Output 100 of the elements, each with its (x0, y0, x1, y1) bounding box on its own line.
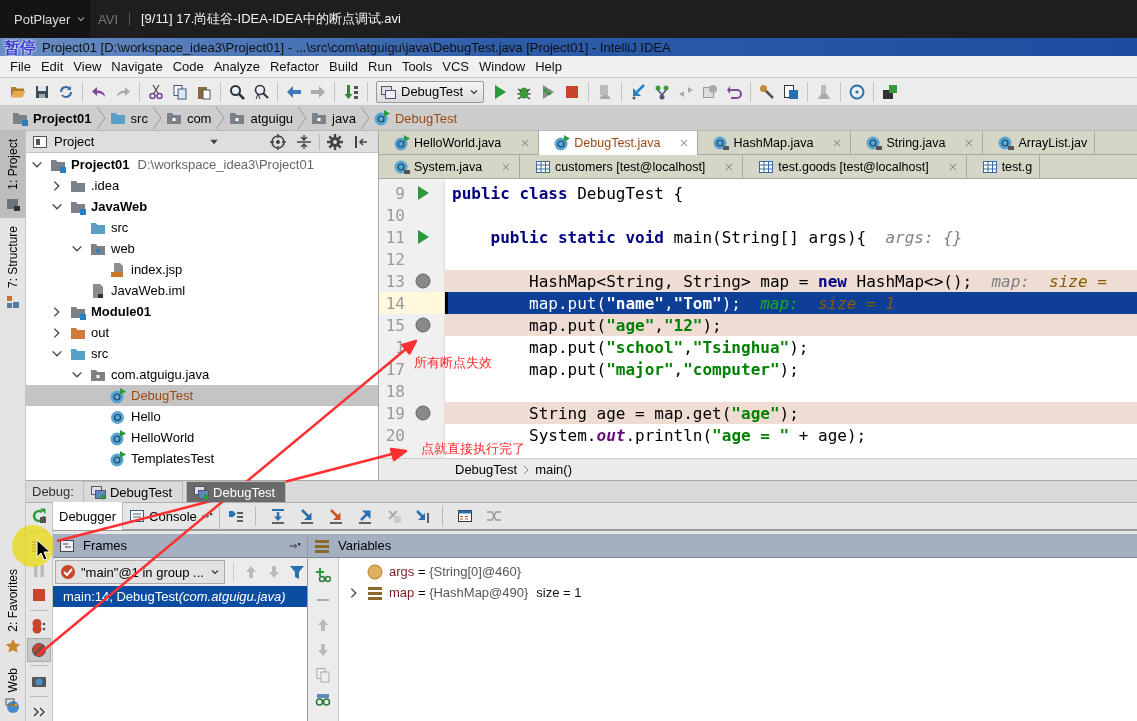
save-icon (34, 83, 50, 100)
module-folder-icon (12, 110, 28, 126)
tree-item[interactable]: web (111, 241, 135, 256)
arrow-down-icon (315, 641, 331, 658)
menu-item[interactable]: Tools (396, 56, 438, 77)
copy-icon (315, 666, 331, 683)
web-icon (4, 698, 21, 714)
path-label: D:\workspace_idea3\Project01 (137, 157, 314, 172)
pause-overlay: 暂停 (4, 38, 36, 59)
run-icon[interactable] (415, 185, 431, 201)
class-icon (110, 408, 126, 425)
menu-item[interactable]: Help (530, 56, 567, 77)
thread-dropdown[interactable]: "main"@1 in group ... (55, 560, 225, 584)
execution-point-icon (227, 508, 244, 524)
code-line: System.out.println("age = " + age); (529, 425, 867, 445)
mute-breakpoints-button[interactable] (27, 637, 51, 663)
tree-item[interactable]: src (91, 346, 109, 361)
tree-item[interactable]: JavaWeb (91, 199, 148, 214)
app-menu-button[interactable]: PotPlayer (0, 0, 90, 38)
crosshair-icon (270, 133, 286, 150)
locate-button[interactable] (267, 131, 289, 152)
video-title: [9/11] 17.尚硅谷-IDEA-IDEA中的断点调试.avi (141, 10, 401, 28)
cut-icon (148, 83, 164, 100)
menu-item[interactable]: Run (363, 56, 397, 77)
breadcrumb-item[interactable]: java (307, 107, 360, 129)
window-title: Project01 [D:\workspace_idea3\Project01] - ...\src\com\atguigu\java\DebugTest.java [Project01] - IntelliJ IDEA (42, 39, 671, 55)
structure-icon (4, 293, 21, 310)
add-watch-icon (315, 566, 331, 583)
tool-window-tab[interactable]: Web (0, 659, 25, 720)
rerun-icon (31, 508, 47, 524)
menu-item[interactable]: Build (324, 56, 363, 77)
settings-button[interactable] (324, 131, 346, 152)
menu-item[interactable]: Edit (35, 56, 69, 77)
menu-item[interactable]: Code (167, 56, 209, 77)
code-line: map.put("major","computer"); (529, 359, 799, 379)
tree-item[interactable]: JavaWeb.iml (111, 283, 186, 298)
tree-item[interactable]: Module01 (91, 304, 151, 319)
branch-icon (654, 83, 671, 100)
runnable-class-icon (110, 450, 126, 467)
tree-item[interactable]: src (111, 220, 129, 235)
run-config-dropdown[interactable]: DebugTest (376, 80, 485, 103)
tree-item[interactable]: index.jsp (131, 262, 183, 277)
minus-icon (317, 598, 329, 601)
class-icon (394, 159, 410, 175)
muted-breakpoint-icon[interactable] (415, 405, 431, 421)
code-line: map.put("school","Tsinghua"); (529, 337, 809, 357)
editor-tab[interactable]: DebugTest.java (539, 131, 699, 155)
session-tab[interactable]: DebugTest (186, 481, 287, 502)
menu-item[interactable]: VCS (437, 56, 474, 77)
menu-item[interactable]: Refactor (264, 56, 325, 77)
chevron-icon (95, 107, 106, 129)
tree-item[interactable]: .idea (91, 178, 120, 193)
cursor-icon (36, 539, 51, 561)
menu-item[interactable]: View (68, 56, 107, 77)
evaluate-icon (456, 508, 473, 524)
breadcrumb-item[interactable]: main() (535, 462, 572, 477)
breadcrumb-item[interactable]: DebugTest (369, 107, 462, 129)
muted-breakpoint-icon[interactable] (415, 273, 431, 289)
code-line: HashMap<String, String> map = new HashMap<>(); (529, 271, 973, 291)
tree-item[interactable]: HelloWorld (131, 430, 195, 445)
thread-icon (60, 564, 76, 580)
structure-icon (783, 83, 800, 100)
debug-tab[interactable]: Debugger (53, 502, 124, 530)
menu-item[interactable]: Analyze (208, 56, 265, 77)
session-icon (89, 484, 106, 500)
tree-item[interactable]: out (91, 325, 110, 340)
run-icon[interactable] (415, 229, 431, 245)
tree-item[interactable]: Project01 (71, 157, 130, 172)
muted-breakpoint-icon[interactable] (415, 317, 431, 333)
panel-title: Variables (338, 538, 392, 553)
tree-item[interactable]: Hello (131, 409, 161, 424)
tree-item[interactable]: TemplatesTest (131, 451, 215, 466)
table-icon (758, 159, 775, 175)
tool-window-tab[interactable]: 1: Project (0, 131, 25, 218)
breadcrumb-item[interactable]: src (105, 107, 152, 129)
runnable-class-icon (373, 110, 390, 126)
chevron-icon (523, 464, 530, 475)
inline-hint: map: size = 1 (760, 293, 895, 313)
menu-item[interactable]: File (5, 56, 36, 77)
package-icon (311, 110, 328, 126)
tree-item[interactable]: DebugTest (131, 388, 194, 403)
chevron-icon (297, 107, 308, 129)
menu-item[interactable]: Navigate (106, 56, 168, 77)
menu-item[interactable]: Window (473, 56, 531, 77)
breadcrumb-item[interactable]: atguigu (225, 107, 298, 129)
parameter-icon (367, 563, 383, 580)
line-number: 20 (384, 425, 405, 445)
collapse-icon (296, 133, 312, 150)
code-line: public static void main(String[] args){ (490, 227, 867, 247)
copy-icon (172, 83, 188, 100)
tool-window-tab[interactable]: 7: Structure (0, 217, 25, 316)
breadcrumb-item[interactable]: com (161, 107, 216, 129)
breadcrumb-item[interactable]: DebugTest (455, 462, 518, 477)
class-icon (866, 135, 883, 151)
breadcrumb-item[interactable]: Project01 (8, 107, 96, 129)
code-line: map.put("name","Tom"); (529, 293, 741, 313)
tree-item[interactable]: com.atguigu.java (111, 367, 210, 382)
glasses-icon (315, 691, 331, 708)
tool-window-tab[interactable]: 2: Favorites (0, 560, 25, 660)
frames-icon (59, 537, 75, 554)
